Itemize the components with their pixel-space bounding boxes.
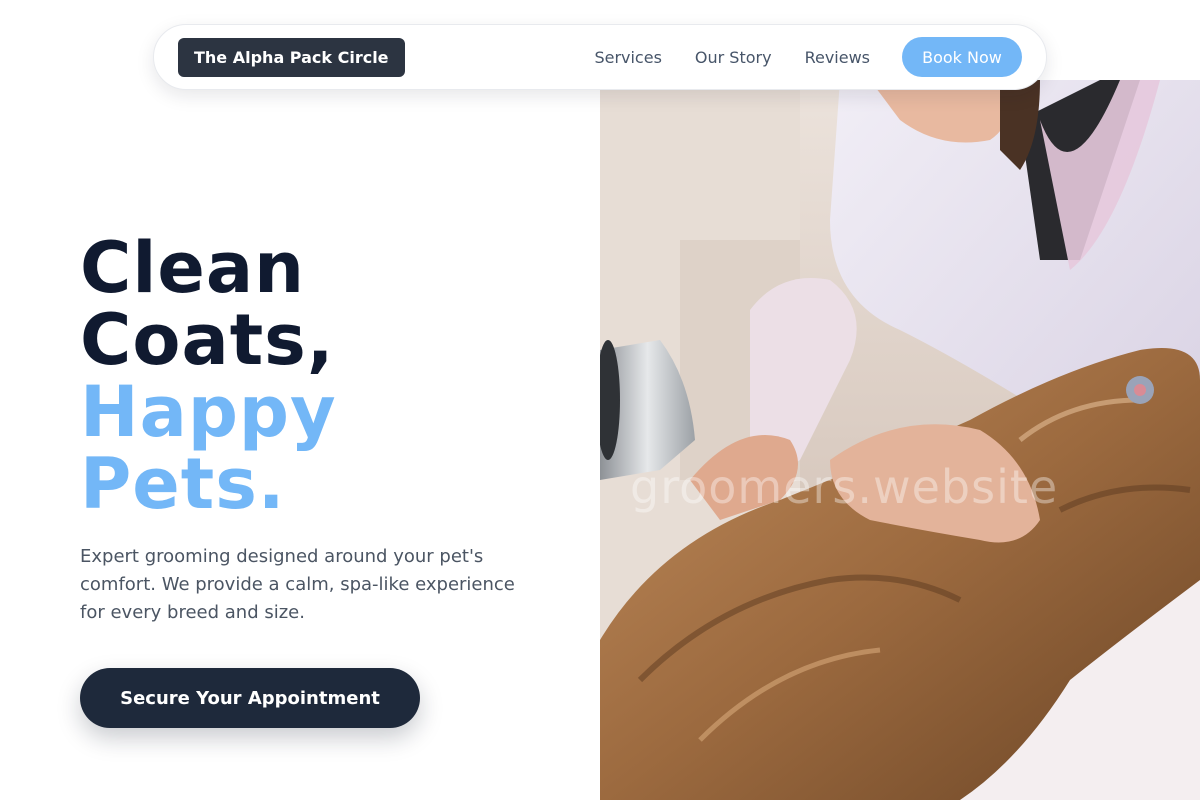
hero-headline: Clean Coats, Happy Pets. bbox=[80, 232, 580, 520]
hero-description: Expert grooming designed around your pet… bbox=[80, 546, 515, 623]
nav-link-reviews[interactable]: Reviews bbox=[805, 48, 870, 67]
hero-illustration bbox=[600, 80, 1200, 800]
book-now-button[interactable]: Book Now bbox=[902, 37, 1022, 77]
hero-image: groomers.website bbox=[600, 80, 1200, 800]
headline-line-2: Coats, bbox=[80, 299, 335, 381]
watermark-text: groomers.website bbox=[630, 460, 1059, 514]
brand-logo[interactable]: The Alpha Pack Circle bbox=[178, 37, 405, 77]
headline-accent-line-1: Happy bbox=[80, 371, 337, 453]
secure-appointment-button[interactable]: Secure Your Appointment bbox=[80, 668, 420, 728]
nav-links: Services Our Story Reviews Book Now bbox=[594, 37, 1022, 77]
top-navbar: The Alpha Pack Circle Services Our Story… bbox=[153, 24, 1047, 90]
nav-link-services[interactable]: Services bbox=[594, 48, 661, 67]
headline-accent-line-2: Pets. bbox=[80, 443, 286, 525]
nav-link-our-story[interactable]: Our Story bbox=[695, 48, 772, 67]
headline-line-1: Clean bbox=[80, 227, 305, 309]
